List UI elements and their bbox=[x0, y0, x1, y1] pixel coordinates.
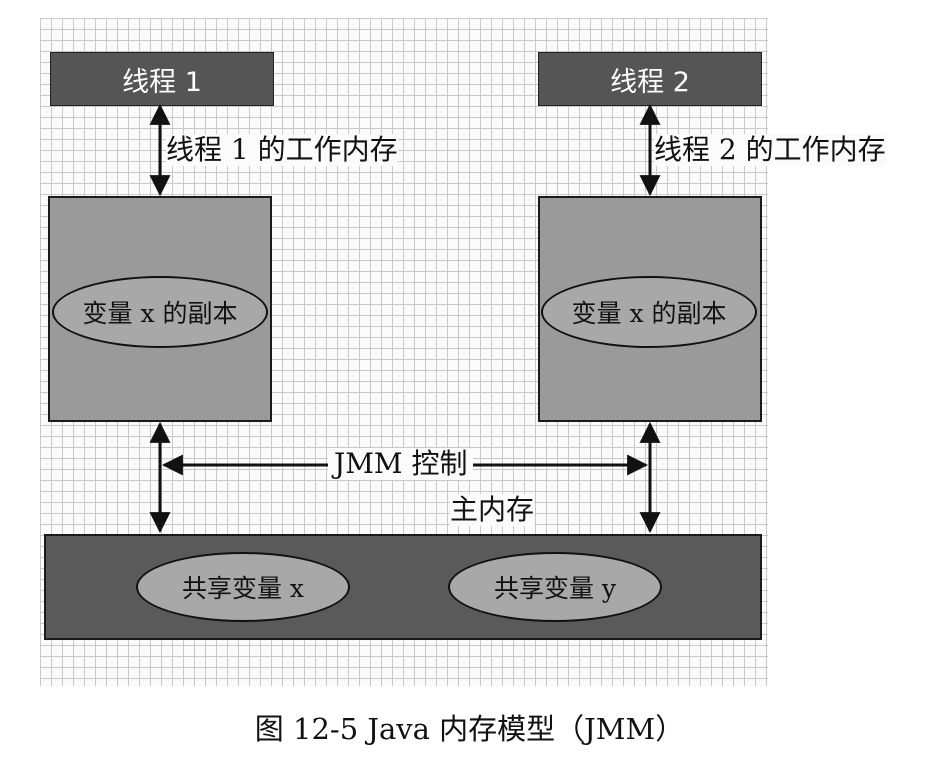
figure-caption: 图 12-5 Java 内存模型（JMM） bbox=[254, 712, 685, 746]
jmm-control-label: JMM 控制 bbox=[328, 447, 474, 481]
main-memory-label: 主内存 bbox=[450, 493, 535, 527]
arrows-layer bbox=[149, 103, 661, 534]
